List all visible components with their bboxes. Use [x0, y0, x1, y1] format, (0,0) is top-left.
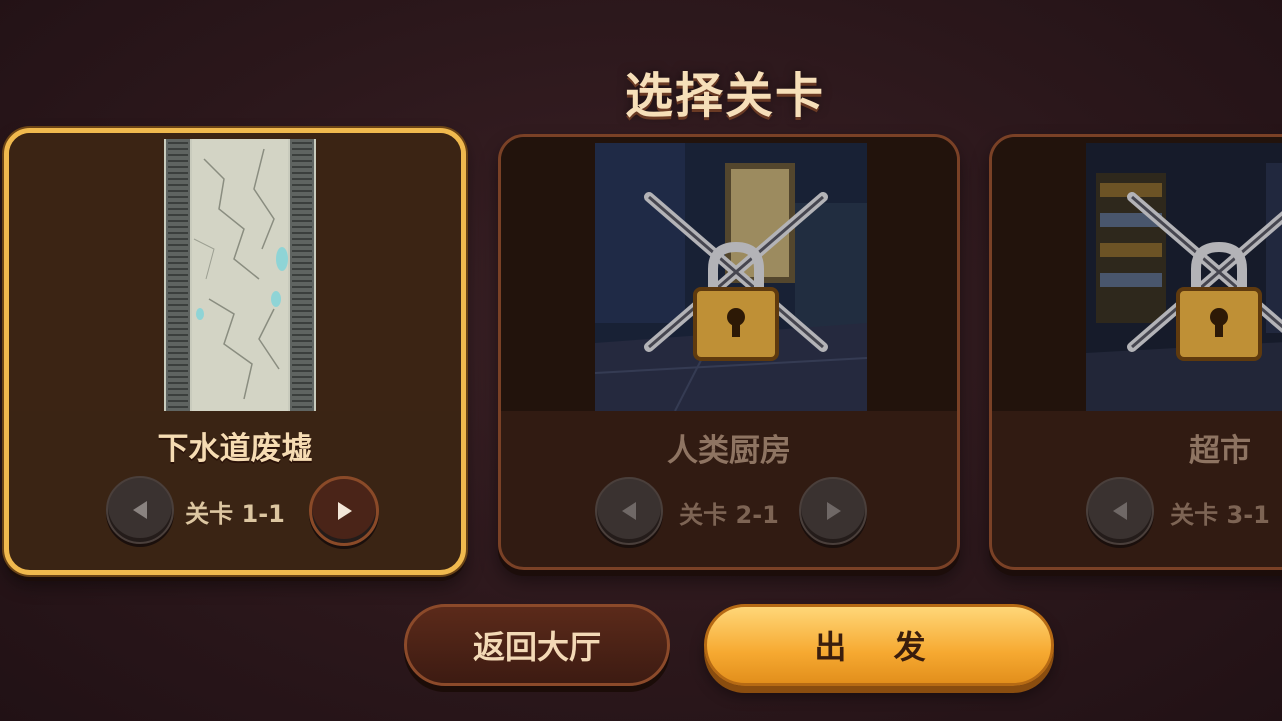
padlock-with-chains-icon — [644, 192, 828, 361]
screen-title: 选择关卡 — [624, 68, 825, 124]
triangle-right-icon — [338, 502, 352, 520]
back-to-lobby-button[interactable]: 返回大厅 — [404, 604, 670, 686]
level-select-screen: 选择关卡 下水道废墟 关卡 1-1 人类厨房 关卡 2-1 超市 关卡 3-1 … — [0, 0, 1282, 721]
level-preview-area — [9, 133, 461, 411]
next-stage-button[interactable] — [309, 476, 379, 546]
stage-label: 关卡 1-1 — [185, 500, 285, 528]
level-card-sewer[interactable]: 下水道废墟 关卡 1-1 — [4, 128, 466, 575]
padlock-with-chains-icon — [1127, 192, 1282, 361]
stage-label: 关卡 3-1 — [1170, 501, 1270, 529]
sewer-preview-image — [164, 139, 316, 411]
start-button[interactable]: 出 发 — [704, 604, 1054, 686]
stage-selector: 关卡 1-1 — [9, 476, 461, 546]
next-stage-button[interactable] — [799, 477, 867, 545]
stage-selector: 关卡 2-1 — [501, 477, 957, 547]
level-name: 人类厨房 — [667, 433, 791, 469]
level-preview-area — [992, 137, 1282, 411]
stage-label: 关卡 2-1 — [679, 501, 779, 529]
level-card-supermarket[interactable]: 超市 关卡 3-1 — [989, 134, 1282, 570]
stage-selector: 关卡 3-1 — [992, 477, 1282, 547]
level-preview-area — [501, 137, 957, 411]
triangle-right-icon — [827, 502, 841, 520]
level-name: 下水道废墟 — [157, 431, 313, 467]
level-name: 超市 — [1189, 433, 1251, 469]
level-card-kitchen[interactable]: 人类厨房 关卡 2-1 — [498, 134, 960, 570]
